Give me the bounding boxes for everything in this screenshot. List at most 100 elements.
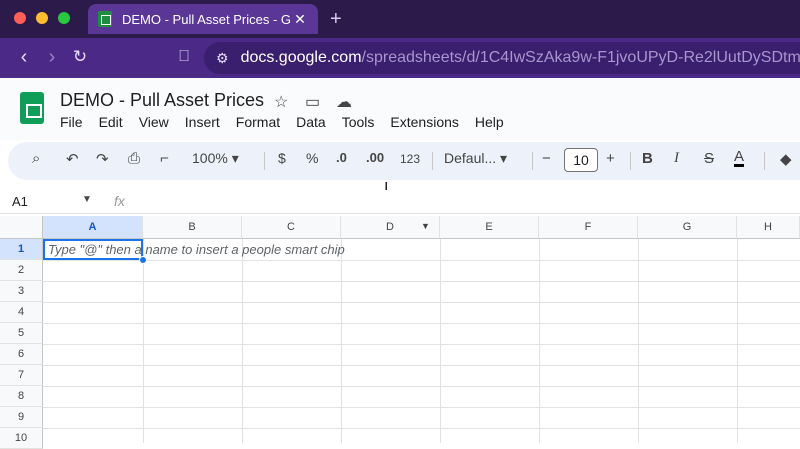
address-bar[interactable]: ⚙ docs.google.com/spreadsheets/d/1C4IwSz… bbox=[204, 42, 800, 74]
close-window-button[interactable] bbox=[14, 12, 26, 24]
spreadsheet-grid[interactable]: A B C D ▼ E F G H 1 2 3 4 5 6 7 8 9 10 T… bbox=[0, 216, 800, 449]
grid-line bbox=[43, 428, 800, 429]
toolbar: ⌕ ↶ ↷ ⎙ ⌐ 100% ▾ $ % .0 .00 123 Defaul..… bbox=[8, 142, 800, 180]
more-formats-button[interactable]: 123 bbox=[400, 152, 420, 166]
toolbar-divider bbox=[764, 152, 765, 170]
maximize-window-button[interactable] bbox=[58, 12, 70, 24]
column-header-e[interactable]: E bbox=[440, 216, 539, 239]
print-icon[interactable]: ⎙ bbox=[128, 150, 140, 167]
grid-line bbox=[43, 407, 800, 408]
menu-file[interactable]: File bbox=[60, 114, 83, 130]
star-icon[interactable]: ☆ bbox=[274, 92, 288, 112]
undo-icon[interactable]: ↶ bbox=[66, 150, 79, 168]
grid-line bbox=[43, 344, 800, 345]
grid-line bbox=[43, 323, 800, 324]
row-header-1[interactable]: 1 bbox=[0, 239, 43, 260]
font-value: Defaul... bbox=[444, 150, 497, 166]
column-header-f[interactable]: F bbox=[539, 216, 638, 239]
decrease-decimal-button[interactable]: .0 bbox=[336, 150, 347, 165]
column-menu-icon[interactable]: ▼ bbox=[421, 221, 430, 231]
increase-font-size-button[interactable]: + bbox=[606, 150, 615, 167]
italic-button[interactable]: I bbox=[674, 150, 679, 167]
row-header-6[interactable]: 6 bbox=[0, 344, 43, 365]
column-header-a[interactable]: A bbox=[43, 216, 143, 239]
grid-line bbox=[43, 281, 800, 282]
paint-format-icon[interactable]: ⌐ bbox=[160, 150, 169, 167]
grid-line bbox=[242, 239, 243, 443]
minimize-window-button[interactable] bbox=[36, 12, 48, 24]
redo-icon[interactable]: ↷ bbox=[96, 150, 109, 168]
move-folder-icon[interactable]: ▭ bbox=[305, 92, 320, 112]
row-header-2[interactable]: 2 bbox=[0, 260, 43, 281]
select-all-corner[interactable] bbox=[0, 216, 43, 239]
column-header-g[interactable]: G bbox=[638, 216, 737, 239]
bookmark-icon[interactable]: ⎕ bbox=[172, 48, 196, 66]
url-path: /spreadsheets/d/1C4IwSzAka9w-F1jvoUPyD-R… bbox=[361, 49, 800, 66]
cloud-status-icon[interactable]: ☁ bbox=[336, 92, 352, 112]
grid-line bbox=[43, 260, 800, 261]
formula-bar: A1 ▼ fx bbox=[0, 190, 800, 214]
tab-close-icon[interactable]: ✕ bbox=[292, 11, 308, 28]
grid-line bbox=[539, 239, 540, 443]
document-title[interactable]: DEMO - Pull Asset Prices bbox=[60, 90, 264, 111]
menu-help[interactable]: Help bbox=[475, 114, 504, 130]
search-menus-icon[interactable]: ⌕ bbox=[32, 150, 40, 167]
name-box[interactable]: A1 bbox=[12, 194, 28, 209]
menu-format[interactable]: Format bbox=[236, 114, 280, 130]
strikethrough-button[interactable]: S bbox=[704, 150, 714, 167]
row-header-8[interactable]: 8 bbox=[0, 386, 43, 407]
name-box-dropdown-icon[interactable]: ▼ bbox=[82, 194, 92, 205]
browser-urlbar: ‹ › ↻ ⎕ ⚙ docs.google.com/spreadsheets/d… bbox=[0, 38, 800, 78]
font-select[interactable]: Defaul... ▾ bbox=[444, 150, 507, 167]
fill-handle[interactable] bbox=[139, 256, 147, 264]
decrease-font-size-button[interactable]: − bbox=[542, 150, 551, 167]
column-header-c[interactable]: C bbox=[242, 216, 341, 239]
active-cell-a1[interactable] bbox=[43, 239, 143, 260]
row-header-5[interactable]: 5 bbox=[0, 323, 43, 344]
column-header-h[interactable]: H bbox=[737, 216, 800, 239]
format-currency-button[interactable]: $ bbox=[278, 150, 286, 166]
grid-line bbox=[43, 386, 800, 387]
url-host: docs.google.com bbox=[240, 49, 362, 66]
column-header-b[interactable]: B bbox=[143, 216, 242, 239]
zoom-value: 100% bbox=[192, 150, 228, 166]
browser-tabbar: DEMO - Pull Asset Prices - G ✕ + bbox=[0, 0, 800, 38]
zoom-select[interactable]: 100% ▾ bbox=[192, 150, 239, 167]
menu-data[interactable]: Data bbox=[296, 114, 326, 130]
grid-line bbox=[143, 239, 144, 443]
increase-decimal-button[interactable]: .00 bbox=[366, 150, 384, 165]
menu-tools[interactable]: Tools bbox=[342, 114, 375, 130]
row-header-3[interactable]: 3 bbox=[0, 281, 43, 302]
forward-icon[interactable]: › bbox=[40, 46, 64, 69]
site-settings-icon[interactable]: ⚙ bbox=[216, 50, 229, 67]
toolbar-divider bbox=[532, 152, 533, 170]
menu-view[interactable]: View bbox=[139, 114, 169, 130]
row-header-9[interactable]: 9 bbox=[0, 407, 43, 428]
tab-title: DEMO - Pull Asset Prices - G bbox=[122, 11, 292, 27]
new-tab-button[interactable]: + bbox=[330, 8, 342, 31]
fill-color-icon[interactable]: ◆ bbox=[780, 150, 792, 168]
grid-line bbox=[43, 365, 800, 366]
sheets-logo-icon[interactable] bbox=[20, 92, 44, 124]
sheets-favicon-icon bbox=[98, 11, 112, 27]
browser-tab[interactable]: DEMO - Pull Asset Prices - G ✕ bbox=[88, 4, 318, 34]
grid-line bbox=[737, 239, 738, 443]
text-color-button[interactable]: A bbox=[734, 149, 745, 167]
menu-bar: File Edit View Insert Format Data Tools … bbox=[60, 114, 520, 130]
grid-line bbox=[638, 239, 639, 443]
bold-button[interactable]: B bbox=[642, 150, 653, 167]
row-header-10[interactable]: 10 bbox=[0, 428, 43, 449]
row-header-4[interactable]: 4 bbox=[0, 302, 43, 323]
menu-edit[interactable]: Edit bbox=[99, 114, 123, 130]
docs-header: DEMO - Pull Asset Prices ☆ ▭ ☁ File Edit… bbox=[0, 78, 800, 140]
font-size-input[interactable]: 10 bbox=[564, 148, 598, 172]
grid-line bbox=[341, 239, 342, 443]
row-header-7[interactable]: 7 bbox=[0, 365, 43, 386]
back-icon[interactable]: ‹ bbox=[12, 46, 36, 69]
reload-icon[interactable]: ↻ bbox=[68, 47, 92, 67]
menu-extensions[interactable]: Extensions bbox=[390, 114, 458, 130]
grid-line bbox=[43, 302, 800, 303]
toolbar-divider bbox=[264, 152, 265, 170]
format-percent-button[interactable]: % bbox=[306, 150, 318, 166]
menu-insert[interactable]: Insert bbox=[185, 114, 220, 130]
